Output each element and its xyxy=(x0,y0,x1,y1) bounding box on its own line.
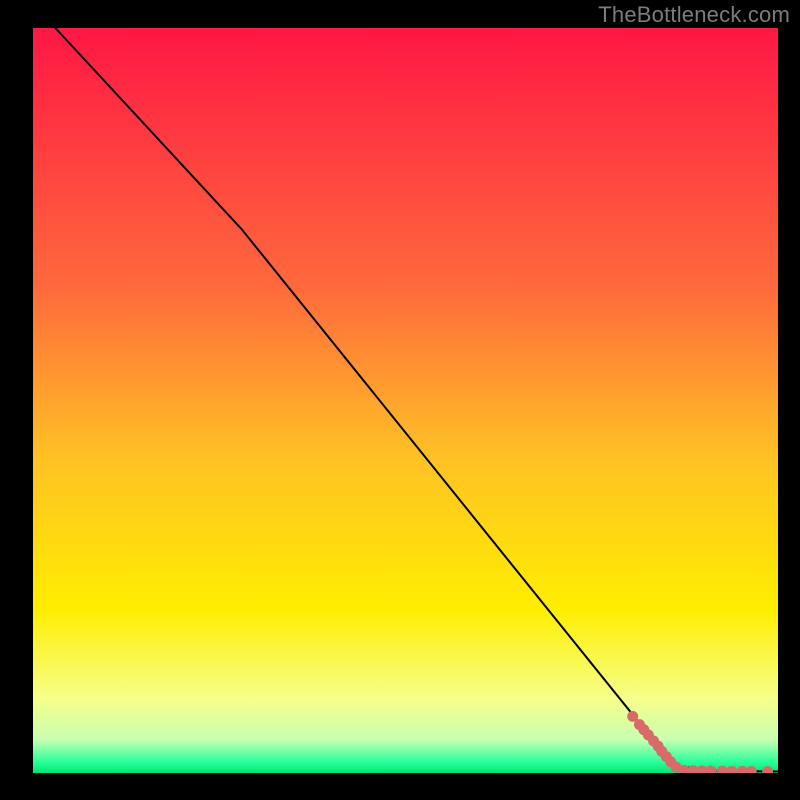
watermark-label: TheBottleneck.com xyxy=(598,2,790,28)
plot-area xyxy=(33,28,778,773)
chart-frame: TheBottleneck.com xyxy=(0,0,800,800)
gradient-background xyxy=(33,28,778,773)
chart-svg xyxy=(33,28,778,773)
